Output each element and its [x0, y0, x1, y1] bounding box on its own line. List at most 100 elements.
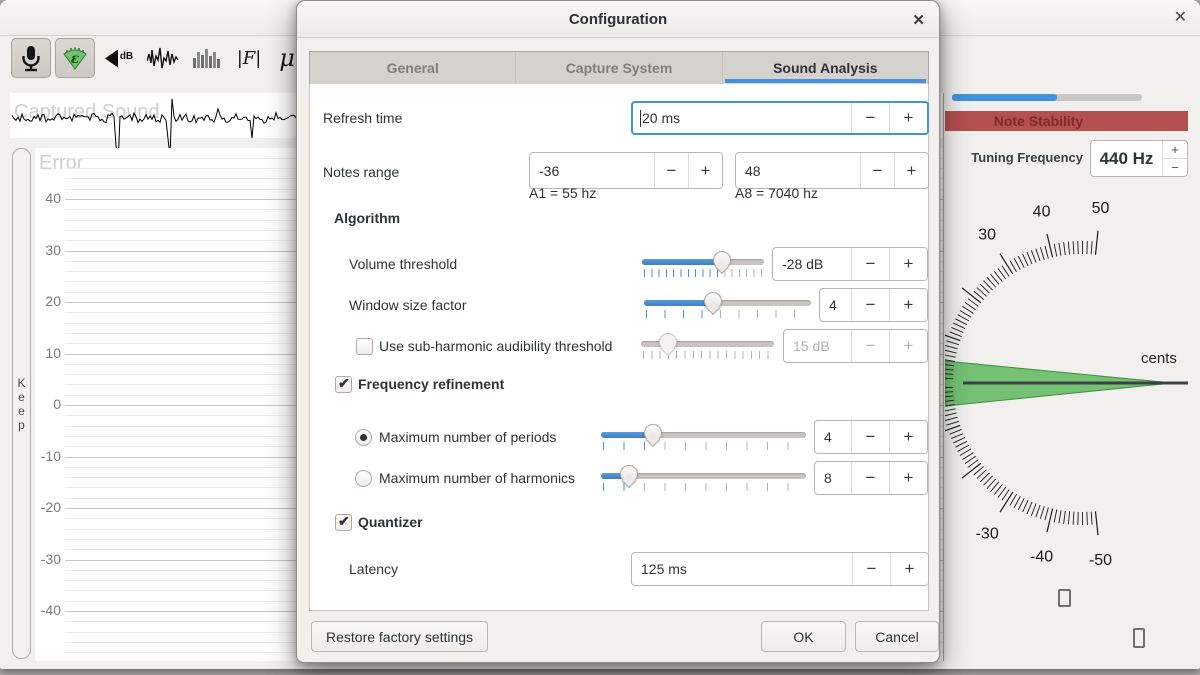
waveform-view-button[interactable] [143, 38, 183, 78]
window-size-factor-spinbox[interactable]: 4 − + [819, 288, 928, 322]
histogram-icon [192, 46, 222, 70]
dialog-close-icon[interactable]: ✕ [912, 11, 925, 29]
window-size-factor-value[interactable]: 4 [820, 289, 851, 321]
volume-threshold-slider[interactable] [642, 247, 764, 281]
notes-range-min-value[interactable]: -36 [530, 153, 654, 188]
tuning-frequency-decrement-button[interactable]: − [1163, 159, 1187, 176]
max-periods-increment-button[interactable]: + [889, 421, 927, 453]
max-periods-spinbox[interactable]: 4 − + [814, 420, 928, 454]
notes-range-max-hint: A8 = 7040 hz [735, 185, 818, 201]
slider-handle[interactable] [644, 424, 662, 442]
tab-capture-system[interactable]: Capture System [516, 52, 722, 84]
keep-button[interactable]: K e e p [12, 148, 31, 659]
subharmonic-checkbox[interactable] [356, 338, 373, 355]
svg-text:-50: -50 [1089, 552, 1112, 569]
notes-range-label: Notes range [323, 164, 399, 180]
subharmonic-label: Use sub-harmonic audibility threshold [379, 338, 612, 354]
tuning-frequency-spinbox[interactable]: 440 Hz + − [1090, 140, 1188, 177]
volume-threshold-value[interactable]: -28 dB [773, 248, 851, 280]
cancel-button[interactable]: Cancel [855, 621, 939, 652]
max-harmonics-value[interactable]: 8 [815, 462, 851, 494]
subharmonic-decrement-button: − [851, 330, 889, 362]
slider-handle[interactable] [704, 292, 722, 310]
frequency-refinement-checkbox[interactable] [335, 376, 352, 393]
latency-value[interactable]: 125 ms [632, 553, 852, 585]
notes-max-increment-button[interactable]: + [894, 153, 928, 188]
max-harmonics-slider[interactable] [601, 461, 806, 495]
tuning-frequency-label: Tuning Frequency [945, 150, 1083, 165]
restore-factory-settings-button[interactable]: Restore factory settings [311, 621, 488, 652]
panel-splitter [943, 93, 944, 661]
window-size-factor-slider[interactable] [644, 288, 811, 322]
configuration-dialog: Configuration ✕ General Capture System S… [296, 0, 940, 663]
notes-max-decrement-button[interactable]: − [860, 153, 894, 188]
fft-icon: |F| [237, 48, 262, 69]
notes-range-max-spinbox[interactable]: 48 − + [735, 152, 929, 189]
mu-icon: μ [279, 44, 295, 72]
notes-min-decrement-button[interactable]: − [654, 153, 688, 188]
svg-text:-40: -40 [1030, 548, 1053, 565]
volume-view-button[interactable]: dB [99, 38, 139, 78]
subharmonic-value: 15 dB [784, 330, 851, 362]
max-harmonics-decrement-button[interactable]: − [851, 462, 889, 494]
max-periods-slider[interactable] [601, 420, 806, 454]
svg-text:ε: ε [71, 51, 80, 67]
notes-range-min-spinbox[interactable]: -36 − + [529, 152, 723, 189]
speaker-icon [105, 49, 119, 68]
volume-threshold-increment-button[interactable]: + [889, 248, 927, 280]
quantizer-checkbox[interactable] [335, 514, 352, 531]
max-periods-value[interactable]: 4 [815, 421, 851, 453]
latency-spinbox[interactable]: 125 ms − + [631, 552, 929, 586]
latency-decrement-button[interactable]: − [852, 553, 890, 585]
max-harmonics-spinbox[interactable]: 8 − + [814, 461, 928, 495]
refresh-time-decrement-button[interactable]: − [851, 103, 889, 133]
db-label: dB [120, 51, 133, 62]
notes-range-max-value[interactable]: 48 [736, 153, 860, 188]
refresh-time-label: Refresh time [323, 110, 402, 126]
screen: ✕ ε dB [0, 0, 1200, 675]
max-periods-radio[interactable] [355, 429, 372, 446]
tuning-frequency-value[interactable]: 440 Hz [1091, 141, 1162, 176]
slider-handle[interactable] [620, 465, 638, 483]
window-size-factor-label: Window size factor [349, 297, 466, 313]
error-view-toggle-button[interactable]: ε [55, 38, 95, 78]
subharmonic-increment-button: + [889, 330, 927, 362]
window-size-decrement-button[interactable]: − [851, 289, 889, 321]
tuning-frequency-increment-button[interactable]: + [1163, 141, 1187, 159]
dialog-titlebar: Configuration ✕ [297, 1, 939, 38]
volume-threshold-spinbox[interactable]: -28 dB − + [772, 247, 928, 281]
tab-sound-analysis[interactable]: Sound Analysis [723, 52, 928, 84]
volume-threshold-decrement-button[interactable]: − [851, 248, 889, 280]
missing-glyph-box [1133, 628, 1145, 648]
window-close-icon[interactable]: ✕ [1174, 7, 1187, 27]
dialog-tabbar: General Capture System Sound Analysis [309, 51, 929, 85]
svg-text:30: 30 [978, 227, 996, 244]
slider-handle[interactable] [713, 251, 731, 269]
svg-text:50: 50 [1092, 200, 1110, 217]
microphone-toggle-button[interactable] [11, 38, 51, 78]
max-harmonics-radio[interactable] [355, 470, 372, 487]
text-caret [640, 110, 641, 127]
frequency-refinement-heading: Frequency refinement [358, 376, 504, 392]
microphone-icon [20, 45, 42, 72]
latency-increment-button[interactable]: + [890, 553, 928, 585]
fft-view-button[interactable]: |F| [229, 38, 269, 78]
refresh-time-increment-button[interactable]: + [889, 103, 927, 133]
tab-general[interactable]: General [310, 52, 516, 84]
refresh-time-spinbox[interactable]: 20 ms − + [631, 101, 929, 135]
max-periods-decrement-button[interactable]: − [851, 421, 889, 453]
ok-button[interactable]: OK [761, 621, 846, 652]
algorithm-heading: Algorithm [334, 210, 400, 226]
refresh-time-value[interactable]: 20 ms [633, 103, 851, 133]
notes-min-increment-button[interactable]: + [688, 153, 722, 188]
notes-range-min-hint: A1 = 55 hz [529, 185, 596, 201]
subharmonic-slider [641, 329, 774, 363]
max-harmonics-increment-button[interactable]: + [889, 462, 927, 494]
harmonics-view-button[interactable] [187, 38, 227, 78]
window-size-increment-button[interactable]: + [889, 289, 927, 321]
volume-progress-fill [952, 94, 1057, 101]
svg-text:40: 40 [1033, 204, 1051, 221]
slider-ticks [643, 351, 772, 359]
max-harmonics-label: Maximum number of harmonics [379, 470, 575, 486]
svg-text:-30: -30 [976, 525, 999, 542]
